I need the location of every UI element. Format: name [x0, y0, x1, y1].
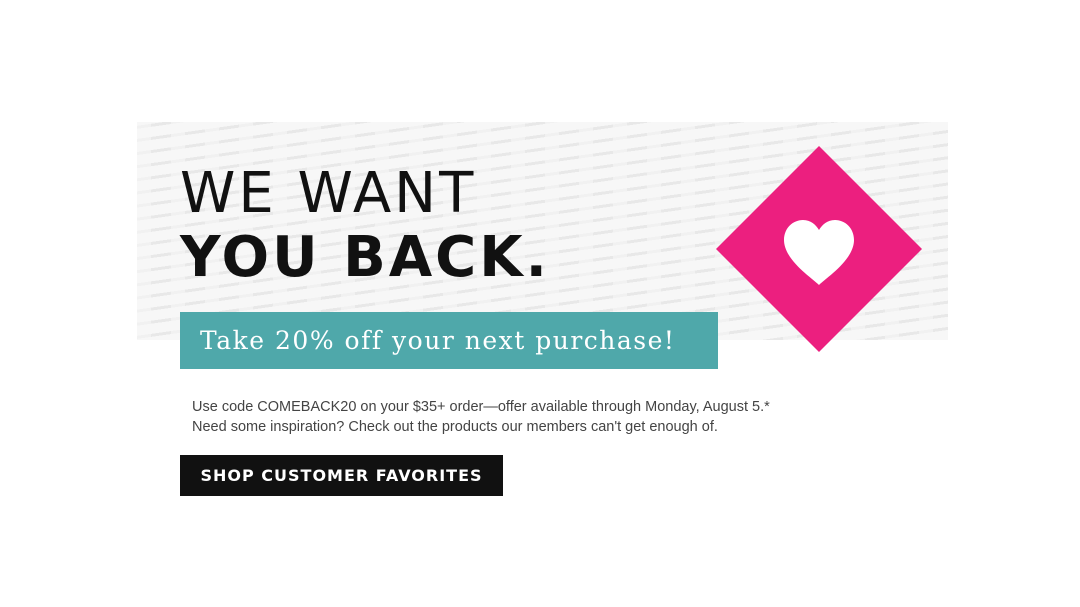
heart-diamond-graphic: [716, 146, 922, 352]
offer-text: Take 20% off your next purchase!: [200, 326, 676, 355]
offer-details: Use code COMEBACK20 on your $35+ order—o…: [192, 397, 770, 437]
offer-details-line-1: Use code COMEBACK20 on your $35+ order—o…: [192, 399, 770, 415]
offer-details-line-2: Need some inspiration? Check out the pro…: [192, 419, 718, 435]
offer-banner: Take 20% off your next purchase!: [180, 312, 718, 369]
shop-customer-favorites-button[interactable]: SHOP CUSTOMER FAVORITES: [180, 455, 503, 496]
headline-line-1: WE WANT: [180, 161, 477, 226]
diamond-shape: [716, 146, 922, 352]
headline-line-2: YOU BACK.: [180, 225, 550, 290]
email-page: WE WANT YOU BACK. Take 20% off your next…: [0, 0, 1080, 607]
